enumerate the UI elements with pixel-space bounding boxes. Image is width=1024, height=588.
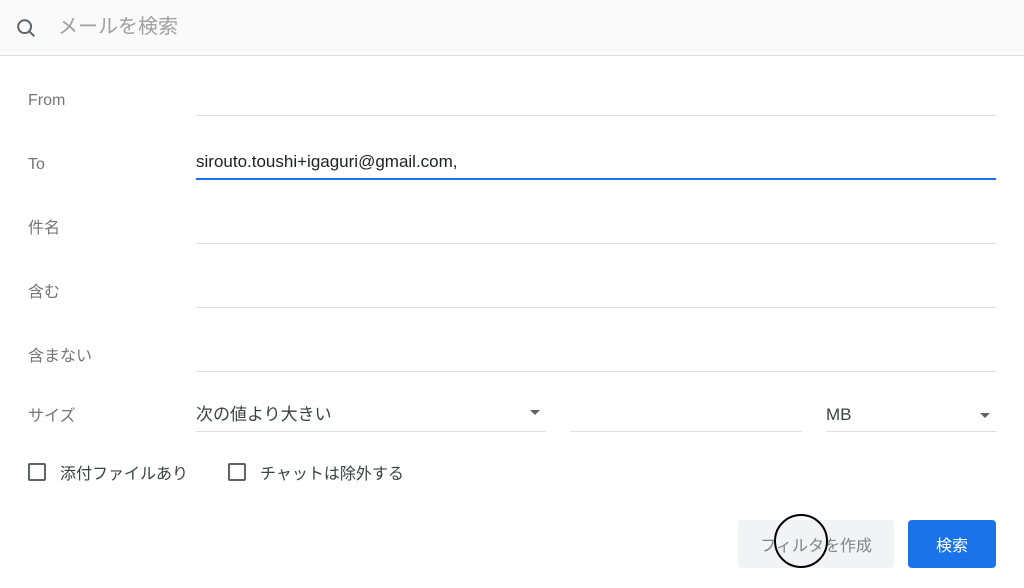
size-label: サイズ xyxy=(28,402,196,432)
from-label: From xyxy=(28,92,196,116)
footer-actions: フィルタを作成 検索 xyxy=(28,520,996,568)
subject-label: 件名 xyxy=(28,214,196,244)
create-filter-button[interactable]: フィルタを作成 xyxy=(738,520,894,568)
search-input[interactable] xyxy=(58,16,1010,39)
subject-field[interactable] xyxy=(196,213,996,244)
search-icon xyxy=(14,16,38,40)
search-button[interactable]: 検索 xyxy=(908,520,996,568)
excludes-label: 含まない xyxy=(28,342,196,372)
includes-row: 含む xyxy=(28,268,996,308)
subject-row: 件名 xyxy=(28,204,996,244)
checkbox-icon xyxy=(28,463,46,481)
exclude-chats-checkbox[interactable]: チャットは除外する xyxy=(228,460,404,484)
to-row: To xyxy=(28,140,996,180)
from-row: From xyxy=(28,76,996,116)
to-field[interactable] xyxy=(196,148,996,180)
checkbox-icon xyxy=(228,463,246,481)
has-attachment-label: 添付ファイルあり xyxy=(60,460,188,484)
includes-field[interactable] xyxy=(196,277,996,308)
size-compare-value: 次の値より大きい xyxy=(196,400,332,425)
size-unit-select[interactable]: MB xyxy=(826,401,996,432)
excludes-row: 含まない xyxy=(28,332,996,372)
exclude-chats-label: チャットは除外する xyxy=(260,460,404,484)
chevron-down-icon xyxy=(530,410,540,415)
checkbox-row: 添付ファイルあり チャットは除外する xyxy=(28,460,996,484)
to-label: To xyxy=(28,156,196,180)
excludes-field[interactable] xyxy=(196,341,996,372)
size-unit-value: MB xyxy=(826,405,852,425)
has-attachment-checkbox[interactable]: 添付ファイルあり xyxy=(28,460,188,484)
from-field[interactable] xyxy=(196,85,996,116)
filter-form: From To 件名 含む 含まない サイズ 次の値より大きい MB xyxy=(0,56,1024,588)
chevron-down-icon xyxy=(980,413,990,418)
size-compare-select[interactable]: 次の値より大きい xyxy=(196,396,546,432)
size-row: サイズ 次の値より大きい MB xyxy=(28,396,996,432)
size-amount-field[interactable] xyxy=(570,421,802,432)
includes-label: 含む xyxy=(28,278,196,308)
search-bar xyxy=(0,0,1024,56)
